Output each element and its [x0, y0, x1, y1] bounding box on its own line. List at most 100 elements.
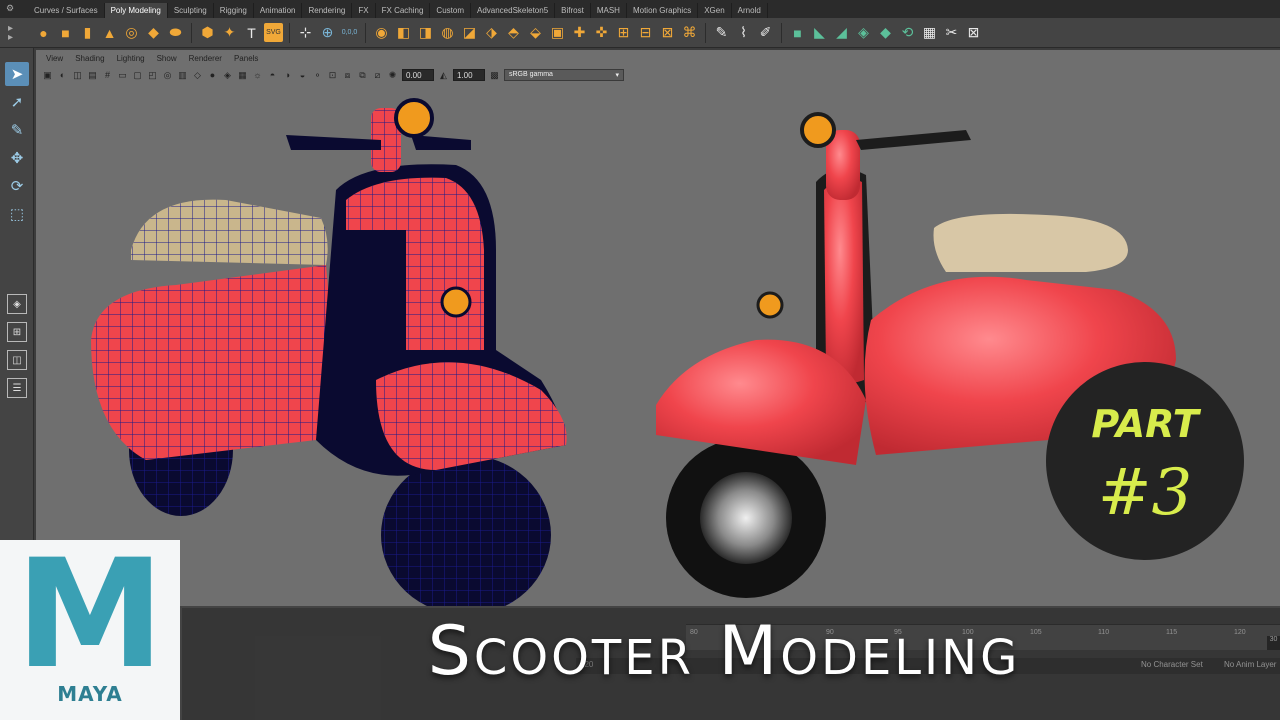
shadows-icon[interactable]: ◓: [267, 70, 278, 81]
single-perspective-layout-icon[interactable]: ◈: [7, 294, 27, 314]
combine-icon[interactable]: ◉: [372, 23, 391, 42]
paint-select-tool-icon[interactable]: ✎: [5, 118, 29, 142]
textured-icon[interactable]: ▦: [237, 70, 248, 81]
uv-cut-icon[interactable]: ✂: [942, 23, 961, 42]
poly-sphere-icon[interactable]: ●: [34, 23, 53, 42]
xray-icon[interactable]: ⧈: [342, 70, 353, 81]
gamma-icon[interactable]: ◭: [438, 70, 449, 81]
gamma-field[interactable]: 1.00: [453, 69, 485, 81]
shelf-tab-mash[interactable]: MASH: [591, 3, 627, 18]
bevel-icon[interactable]: ⬙: [526, 23, 545, 42]
extrude-icon[interactable]: ⬘: [504, 23, 523, 42]
select-tool-icon[interactable]: ➤: [5, 62, 29, 86]
exposure-icon[interactable]: ✺: [387, 70, 398, 81]
mirror-icon[interactable]: ◪: [460, 23, 479, 42]
shelf-tab-bifrost[interactable]: Bifrost: [555, 3, 591, 18]
shelf-tab-sculpting[interactable]: Sculpting: [168, 3, 214, 18]
four-view-layout-icon[interactable]: ⊞: [7, 322, 27, 342]
shelf-tab-advancedskeleton5[interactable]: AdvancedSkeleton5: [471, 3, 556, 18]
shelf-tab-fx[interactable]: FX: [352, 3, 376, 18]
shelf-tab-xgen[interactable]: XGen: [698, 3, 732, 18]
boolean-icon[interactable]: ◨: [416, 23, 435, 42]
color-management-icon[interactable]: ▩: [489, 70, 500, 81]
uv-auto-icon[interactable]: ◆: [876, 23, 895, 42]
xray-joints-icon[interactable]: ⧉: [357, 70, 368, 81]
shelf-tab-fx-caching[interactable]: FX Caching: [376, 3, 431, 18]
fill-hole-icon[interactable]: ▣: [548, 23, 567, 42]
measure-tool-icon[interactable]: ⊹: [296, 23, 315, 42]
text-tool-icon[interactable]: T: [242, 23, 261, 42]
poly-disc-icon[interactable]: ⬬: [166, 23, 185, 42]
shelf-options-icon[interactable]: ▸ ▸: [8, 24, 22, 43]
grab-brush-icon[interactable]: ✐: [756, 23, 775, 42]
wireframe-icon[interactable]: ◇: [192, 70, 203, 81]
isolate-select-icon[interactable]: ⊡: [327, 70, 338, 81]
bookmark-icon[interactable]: ◫: [72, 70, 83, 81]
shelf-tab-animation[interactable]: Animation: [254, 3, 303, 18]
snap-tool-icon[interactable]: ⊕: [318, 23, 337, 42]
use-all-lights-icon[interactable]: ☼: [252, 70, 263, 81]
uv-layout-icon[interactable]: ▦: [920, 23, 939, 42]
shelf-tab-arnold[interactable]: Arnold: [732, 3, 768, 18]
poly-plane-icon[interactable]: ◆: [144, 23, 163, 42]
smooth-shade-icon[interactable]: ●: [207, 70, 218, 81]
menu-view[interactable]: View: [46, 54, 63, 68]
lasso-tool-icon[interactable]: ➚: [5, 90, 29, 114]
wireframe-on-shaded-icon[interactable]: ◈: [222, 70, 233, 81]
shelf-tab-rendering[interactable]: Rendering: [302, 3, 353, 18]
shelf-tab-custom[interactable]: Custom: [430, 3, 471, 18]
image-plane-icon[interactable]: ▤: [87, 70, 98, 81]
field-chart-icon[interactable]: ◎: [162, 70, 173, 81]
outliner-layout-icon[interactable]: ☰: [7, 378, 27, 398]
merge-icon[interactable]: ⌘: [680, 23, 699, 42]
perspective-viewport[interactable]: View Shading Lighting Show Renderer Pane…: [36, 50, 1280, 640]
bridge-icon[interactable]: ⬗: [482, 23, 501, 42]
menu-shading[interactable]: Shading: [75, 54, 104, 68]
poly-cube-icon[interactable]: ■: [56, 23, 75, 42]
relax-brush-icon[interactable]: ⌇: [734, 23, 753, 42]
menu-renderer[interactable]: Renderer: [189, 54, 222, 68]
shelf-tab-poly-modeling[interactable]: Poly Modeling: [104, 3, 168, 18]
two-view-layout-icon[interactable]: ◫: [7, 350, 27, 370]
uv-sew-icon[interactable]: ⊠: [964, 23, 983, 42]
rotate-tool-icon[interactable]: ⟳: [5, 174, 29, 198]
exposure-field[interactable]: 0.00: [402, 69, 434, 81]
smooth-icon[interactable]: ◍: [438, 23, 457, 42]
menu-panels[interactable]: Panels: [234, 54, 258, 68]
color-space-dropdown[interactable]: sRGB gamma ▾: [504, 69, 624, 81]
ambient-occlusion-icon[interactable]: ◑: [282, 70, 293, 81]
uv-planar-icon[interactable]: ◣: [810, 23, 829, 42]
move-tool-icon[interactable]: ✥: [5, 146, 29, 170]
shelf-tab-rigging[interactable]: Rigging: [214, 3, 254, 18]
film-gate-icon[interactable]: ▭: [117, 70, 128, 81]
menu-lighting[interactable]: Lighting: [117, 54, 145, 68]
super-shape-icon[interactable]: ⬢: [198, 23, 217, 42]
resolution-gate-icon[interactable]: ▢: [132, 70, 143, 81]
backface-icon[interactable]: ⧄: [372, 70, 383, 81]
camera-attributes-icon[interactable]: ◐: [57, 70, 68, 81]
anti-aliasing-icon[interactable]: ⚬: [312, 70, 323, 81]
offset-loop-icon[interactable]: ⊟: [636, 23, 655, 42]
poly-cylinder-icon[interactable]: ▮: [78, 23, 97, 42]
sculpt-brush-icon[interactable]: ✎: [712, 23, 731, 42]
target-weld-icon[interactable]: ✜: [592, 23, 611, 42]
motion-blur-icon[interactable]: ◒: [297, 70, 308, 81]
shelf-menu-icon[interactable]: ⚙: [6, 3, 20, 15]
uv-editor-icon[interactable]: ■: [788, 23, 807, 42]
scale-tool-icon[interactable]: ⬚: [5, 202, 29, 226]
insert-loop-icon[interactable]: ⊞: [614, 23, 633, 42]
poly-torus-icon[interactable]: ◎: [122, 23, 141, 42]
multi-cut-icon[interactable]: ✚: [570, 23, 589, 42]
uv-spherical-icon[interactable]: ◈: [854, 23, 873, 42]
uv-unfold-icon[interactable]: ⟲: [898, 23, 917, 42]
safe-action-icon[interactable]: ▥: [177, 70, 188, 81]
select-camera-icon[interactable]: ▣: [42, 70, 53, 81]
shelf-tab-curves-surfaces[interactable]: Curves / Surfaces: [28, 3, 105, 18]
sweep-mesh-icon[interactable]: ✦: [220, 23, 239, 42]
separate-icon[interactable]: ◧: [394, 23, 413, 42]
uv-cylindrical-icon[interactable]: ◢: [832, 23, 851, 42]
menu-show[interactable]: Show: [157, 54, 177, 68]
shelf-tab-motion-graphics[interactable]: Motion Graphics: [627, 3, 699, 18]
gate-mask-icon[interactable]: ◰: [147, 70, 158, 81]
poly-cone-icon[interactable]: ▲: [100, 23, 119, 42]
